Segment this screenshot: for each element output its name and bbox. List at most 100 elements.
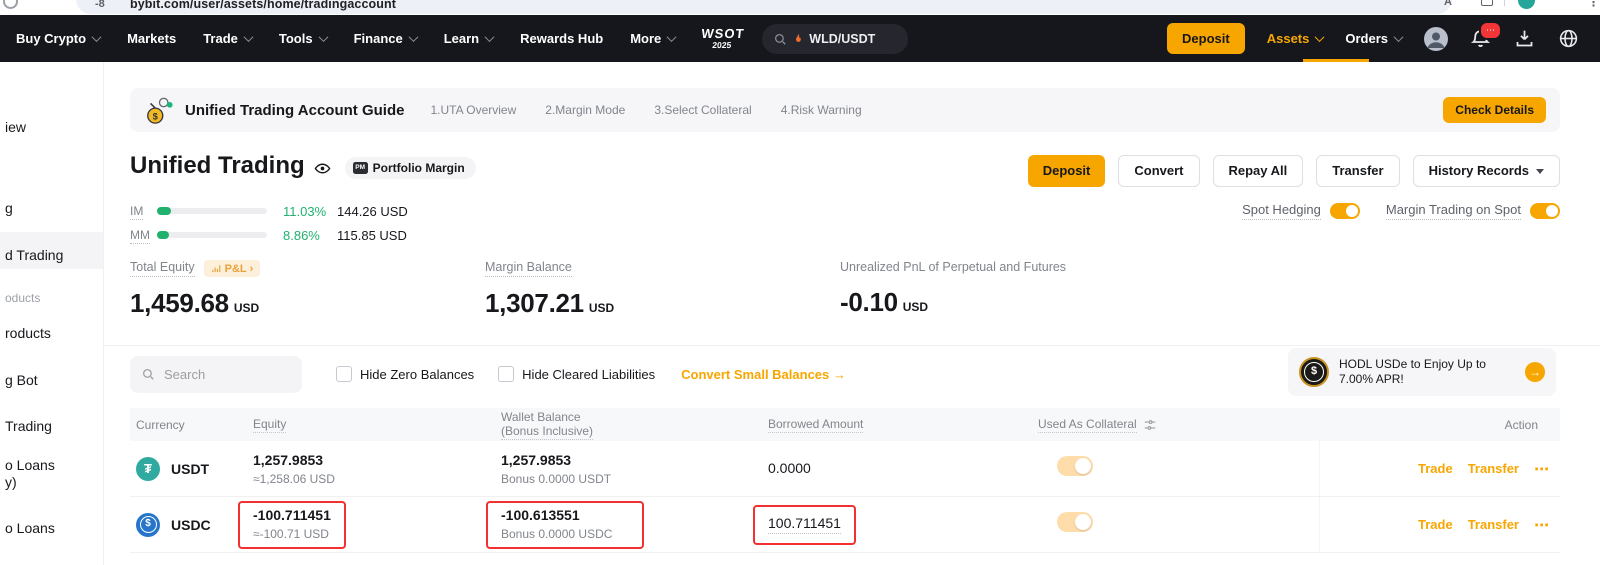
- portfolio-margin-icon: PM: [353, 162, 368, 174]
- bybit-assets-page: -8 bybit.com/user/assets/home/tradingacc…: [0, 0, 1600, 565]
- search-input[interactable]: [162, 366, 286, 383]
- url-text[interactable]: bybit.com/user/assets/home/tradingaccoun…: [130, 0, 396, 11]
- nav-learn[interactable]: Learn: [444, 31, 493, 46]
- mm-value: 115.85 USD: [337, 228, 407, 243]
- notification-badge: ⋯: [1479, 21, 1502, 40]
- chevron-down-icon: [243, 32, 253, 42]
- promo-arrow-button[interactable]: →: [1525, 362, 1545, 382]
- currency-cell: $ USDC: [130, 513, 253, 537]
- sidebar-item-unified-trading[interactable]: d Trading: [5, 247, 63, 263]
- sidebar-category-products: oducts: [5, 291, 40, 305]
- nav-orders[interactable]: Orders: [1345, 31, 1402, 46]
- language-selector[interactable]: [1558, 28, 1580, 50]
- sidebar-item-overview[interactable]: iew: [5, 119, 26, 135]
- sidebar-item-earn-products[interactable]: roducts: [5, 325, 51, 341]
- pnl-badge[interactable]: P&L›: [204, 260, 261, 277]
- table-header: Currency Equity Wallet Balance(Bonus Inc…: [130, 408, 1560, 441]
- borrowed-amount-cell: 100.711451: [768, 505, 1038, 545]
- nav-markets[interactable]: Markets: [127, 31, 176, 46]
- currency-cell: ₮ USDT: [130, 457, 253, 481]
- usdc-icon: $: [136, 513, 160, 537]
- collateral-toggle[interactable]: [1057, 456, 1093, 476]
- action-cell: Trade Transfer ⋯: [1319, 497, 1560, 552]
- nav-buy-crypto[interactable]: Buy Crypto: [16, 31, 100, 46]
- download-icon: [1514, 28, 1535, 49]
- reload-icon[interactable]: [3, 0, 18, 9]
- usde-coin-icon: $: [1299, 357, 1329, 387]
- guide-illustration-icon: $: [144, 95, 174, 125]
- annotation-box-equity: -100.711451 ≈-100.71 USD: [238, 501, 346, 549]
- action-cell: Trade Transfer ⋯: [1319, 441, 1560, 496]
- sidebar-item-crypto-loans-legacy-2[interactable]: y): [5, 474, 17, 490]
- convert-small-balances-link[interactable]: Convert Small Balances →: [681, 367, 846, 382]
- deposit-button[interactable]: Deposit: [1028, 155, 1106, 187]
- hide-cleared-liabilities[interactable]: Hide Cleared Liabilities: [498, 366, 655, 382]
- site-badge-icon: -8: [95, 0, 105, 10]
- nav-finance[interactable]: Finance: [354, 31, 417, 46]
- transfer-link[interactable]: Transfer: [1468, 461, 1519, 476]
- annotation-box-wallet: -100.613551 Bonus 0.0000 USDC: [486, 501, 644, 549]
- trade-link[interactable]: Trade: [1418, 517, 1453, 532]
- check-details-button[interactable]: Check Details: [1443, 97, 1546, 123]
- sidebar-item-trading-bot[interactable]: g Bot: [5, 372, 38, 388]
- chevron-down-icon: [1394, 32, 1404, 42]
- col-equity: Equity: [253, 417, 501, 433]
- nav-more[interactable]: More: [630, 31, 675, 46]
- main-navbar: Buy Crypto Markets Trade Tools Finance L…: [0, 15, 1600, 62]
- sidebar-item-funding[interactable]: g: [5, 200, 13, 216]
- svg-text:$: $: [153, 111, 159, 121]
- more-actions-icon[interactable]: ⋯: [1534, 516, 1550, 534]
- margin-trading-on-spot-toggle[interactable]: [1530, 203, 1560, 219]
- mm-row: MM 8.86% 115.85 USD: [130, 227, 408, 243]
- hide-cleared-checkbox[interactable]: [498, 366, 514, 382]
- trade-link[interactable]: Trade: [1418, 461, 1453, 476]
- translate-icon[interactable]: A: [1444, 0, 1452, 8]
- user-avatar[interactable]: [1424, 27, 1448, 51]
- total-equity-label: Total Equity: [130, 260, 195, 277]
- guide-step-1: 1.UTA Overview: [430, 103, 516, 117]
- mm-percent: 8.86%: [283, 228, 337, 243]
- eye-icon[interactable]: [314, 160, 331, 177]
- nav-search-box[interactable]: WLD/USDT: [762, 24, 908, 54]
- browser-profile-avatar[interactable]: [1518, 0, 1535, 9]
- hide-zero-checkbox[interactable]: [336, 366, 352, 382]
- notifications-bell[interactable]: ⋯: [1470, 28, 1492, 50]
- browser-menu-icon[interactable]: ⋮: [1588, 0, 1599, 9]
- nav-deposit-button[interactable]: Deposit: [1167, 23, 1245, 54]
- toolbar-divider: [1504, 0, 1505, 6]
- browser-toolbar: -8 bybit.com/user/assets/home/tradingacc…: [0, 0, 1600, 15]
- margin-balance-stat: Margin Balance 1,307.21USD: [485, 258, 614, 319]
- history-records-dropdown[interactable]: History Records: [1413, 155, 1560, 187]
- chevron-down-icon: [667, 32, 677, 42]
- sidebar-item-crypto-loans-legacy[interactable]: o Loans: [5, 457, 55, 473]
- share-icon[interactable]: [1481, 0, 1493, 6]
- convert-button[interactable]: Convert: [1118, 155, 1199, 187]
- sidebar-item-crypto-loans[interactable]: o Loans: [5, 520, 55, 536]
- hide-zero-balances[interactable]: Hide Zero Balances: [336, 366, 474, 382]
- collateral-settings-icon[interactable]: [1143, 418, 1157, 432]
- asset-search-box[interactable]: [130, 356, 302, 393]
- mm-progress-bar: [157, 232, 267, 238]
- flame-icon: [792, 32, 804, 46]
- more-actions-icon[interactable]: ⋯: [1534, 460, 1550, 478]
- account-actions: Deposit Convert Repay All Transfer Histo…: [1028, 155, 1560, 187]
- transfer-link[interactable]: Transfer: [1468, 517, 1519, 532]
- wsot-2025-logo[interactable]: WSOT 2025: [700, 27, 745, 50]
- spot-hedging-toggle[interactable]: [1330, 203, 1360, 219]
- nav-rewards-hub[interactable]: Rewards Hub: [520, 31, 603, 46]
- download-app[interactable]: [1514, 28, 1536, 50]
- margin-trading-on-spot-label: Margin Trading on Spot: [1386, 202, 1521, 220]
- arrow-right-icon: →: [833, 367, 846, 382]
- filter-row: Hide Zero Balances Hide Cleared Liabilit…: [130, 355, 846, 393]
- table-row-usdt: ₮ USDT 1,257.9853 ≈1,258.06 USD 1,257.98…: [130, 441, 1560, 497]
- nav-tools[interactable]: Tools: [279, 31, 327, 46]
- guide-step-3: 3.Select Collateral: [654, 103, 751, 117]
- chevron-down-icon: [92, 32, 102, 42]
- collateral-toggle[interactable]: [1057, 512, 1093, 532]
- nav-trade[interactable]: Trade: [203, 31, 252, 46]
- col-wallet-balance: Wallet Balance(Bonus Inclusive): [501, 410, 768, 440]
- sidebar-item-copy-trading[interactable]: Trading: [5, 418, 52, 434]
- transfer-button[interactable]: Transfer: [1316, 155, 1399, 187]
- repay-all-button[interactable]: Repay All: [1213, 155, 1304, 187]
- nav-assets[interactable]: Assets: [1267, 31, 1324, 46]
